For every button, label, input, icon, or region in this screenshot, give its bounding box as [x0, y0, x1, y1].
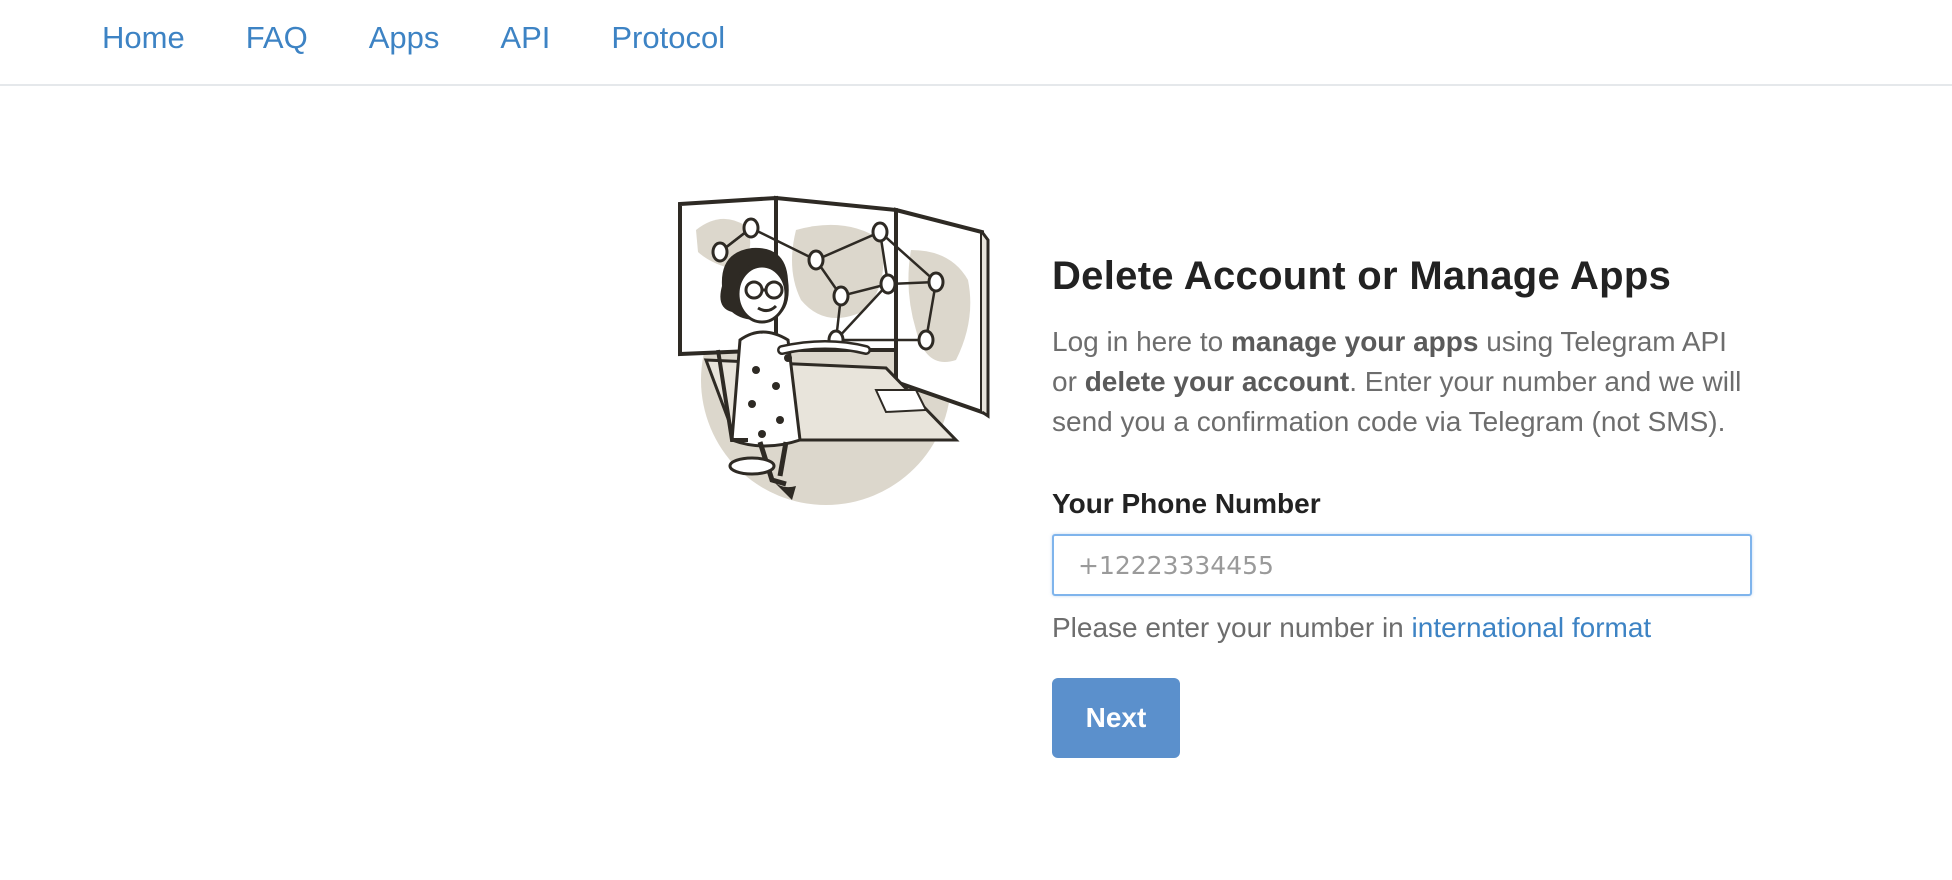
login-panel: Delete Account or Manage Apps Log in her…: [1052, 250, 1752, 758]
page-description: Log in here to manage your apps using Te…: [1052, 322, 1752, 442]
description-bold-delete-account: delete your account: [1084, 366, 1350, 397]
nav-apps-link[interactable]: Apps: [369, 17, 440, 59]
nav-api-link[interactable]: API: [500, 17, 550, 59]
page-title: Delete Account or Manage Apps: [1052, 254, 1672, 298]
hint-text: Please enter your number in: [1052, 612, 1412, 643]
next-button[interactable]: Next: [1052, 678, 1180, 758]
top-navigation: Home FAQ Apps API Protocol: [0, 0, 1952, 86]
description-text: Log in here to: [1052, 326, 1232, 357]
phone-number-input[interactable]: [1052, 534, 1752, 596]
nav-faq-link[interactable]: FAQ: [246, 17, 308, 59]
woman-at-network-map-illustration: [676, 190, 992, 510]
nav-protocol-link[interactable]: Protocol: [611, 17, 725, 59]
phone-number-label: Your Phone Number: [1052, 488, 1321, 519]
description-bold-manage-apps: manage your apps: [1231, 326, 1479, 357]
international-format-link[interactable]: international format: [1412, 612, 1652, 643]
phone-format-hint: Please enter your number in internationa…: [1052, 610, 1752, 646]
nav-menu: Home FAQ Apps API Protocol: [102, 17, 786, 59]
nav-home-link[interactable]: Home: [102, 17, 185, 59]
